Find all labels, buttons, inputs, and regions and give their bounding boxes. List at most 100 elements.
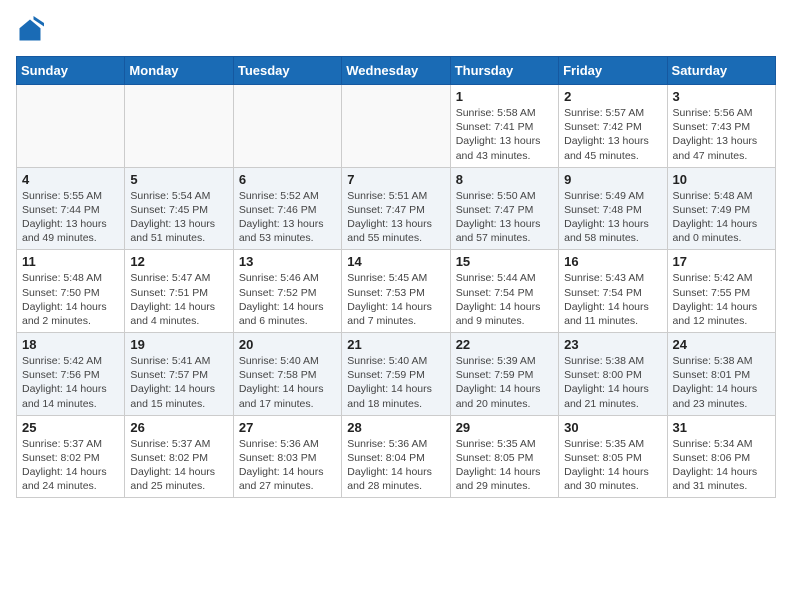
calendar-cell: 17Sunrise: 5:42 AM Sunset: 7:55 PM Dayli…: [667, 250, 775, 333]
column-header-monday: Monday: [125, 57, 233, 85]
column-header-tuesday: Tuesday: [233, 57, 341, 85]
day-detail: Sunrise: 5:42 AM Sunset: 7:56 PM Dayligh…: [22, 354, 119, 411]
calendar-cell: 14Sunrise: 5:45 AM Sunset: 7:53 PM Dayli…: [342, 250, 450, 333]
calendar-cell: 15 Sunrise: 5:44 AM Sunset: 7:54 PM Dayli…: [450, 250, 558, 333]
column-header-saturday: Saturday: [667, 57, 775, 85]
day-number: 5: [130, 172, 227, 187]
calendar-cell: 29 Sunrise: 5:35 AM Sunset: 8:05 PM Dayli…: [450, 415, 558, 498]
calendar-cell: 21Sunrise: 5:40 AM Sunset: 7:59 PM Dayli…: [342, 333, 450, 416]
calendar-cell: [342, 85, 450, 168]
page-header: [16, 16, 776, 44]
day-number: 19: [130, 337, 227, 352]
calendar-cell: [17, 85, 125, 168]
day-number: 1: [456, 89, 553, 104]
calendar-cell: 20Sunrise: 5:40 AM Sunset: 7:58 PM Dayli…: [233, 333, 341, 416]
calendar-week-row: 1Sunrise: 5:58 AM Sunset: 7:41 PM Daylig…: [17, 85, 776, 168]
calendar-cell: 5 Sunrise: 5:54 AM Sunset: 7:45 PM Daylig…: [125, 167, 233, 250]
column-header-thursday: Thursday: [450, 57, 558, 85]
calendar-week-row: 25 Sunrise: 5:37 AM Sunset: 8:02 PM Dayli…: [17, 415, 776, 498]
calendar-cell: 23 Sunrise: 5:38 AM Sunset: 8:00 PM Dayli…: [559, 333, 667, 416]
day-detail: Sunrise: 5:51 AM Sunset: 7:47 PM Dayligh…: [347, 189, 444, 246]
day-detail: Sunrise: 5:37 AM Sunset: 8:02 PM Dayligh…: [22, 437, 119, 494]
day-number: 11: [22, 254, 119, 269]
calendar-cell: 16 Sunrise: 5:43 AM Sunset: 7:54 PM Dayli…: [559, 250, 667, 333]
calendar-cell: 27 Sunrise: 5:36 AM Sunset: 8:03 PM Dayli…: [233, 415, 341, 498]
calendar-cell: 9Sunrise: 5:49 AM Sunset: 7:48 PM Daylig…: [559, 167, 667, 250]
calendar-cell: 11 Sunrise: 5:48 AM Sunset: 7:50 PM Dayli…: [17, 250, 125, 333]
calendar-cell: 22 Sunrise: 5:39 AM Sunset: 7:59 PM Dayli…: [450, 333, 558, 416]
day-number: 12: [130, 254, 227, 269]
day-number: 14: [347, 254, 444, 269]
calendar-week-row: 18 Sunrise: 5:42 AM Sunset: 7:56 PM Dayli…: [17, 333, 776, 416]
logo-icon: [16, 16, 44, 44]
day-detail: Sunrise: 5:56 AM Sunset: 7:43 PM Dayligh…: [673, 106, 770, 163]
calendar-cell: 7 Sunrise: 5:51 AM Sunset: 7:47 PM Daylig…: [342, 167, 450, 250]
day-number: 13: [239, 254, 336, 269]
day-detail: Sunrise: 5:48 AM Sunset: 7:49 PM Dayligh…: [673, 189, 770, 246]
column-header-sunday: Sunday: [17, 57, 125, 85]
calendar-cell: 10Sunrise: 5:48 AM Sunset: 7:49 PM Dayli…: [667, 167, 775, 250]
calendar-cell: 26Sunrise: 5:37 AM Sunset: 8:02 PM Dayli…: [125, 415, 233, 498]
calendar-cell: 8Sunrise: 5:50 AM Sunset: 7:47 PM Daylig…: [450, 167, 558, 250]
day-detail: Sunrise: 5:36 AM Sunset: 8:03 PM Dayligh…: [239, 437, 336, 494]
calendar-header-row: SundayMondayTuesdayWednesdayThursdayFrid…: [17, 57, 776, 85]
calendar-cell: [125, 85, 233, 168]
day-number: 27: [239, 420, 336, 435]
day-detail: Sunrise: 5:47 AM Sunset: 7:51 PM Dayligh…: [130, 271, 227, 328]
day-number: 15: [456, 254, 553, 269]
day-number: 7: [347, 172, 444, 187]
day-detail: Sunrise: 5:36 AM Sunset: 8:04 PM Dayligh…: [347, 437, 444, 494]
day-number: 28: [347, 420, 444, 435]
day-number: 31: [673, 420, 770, 435]
calendar-cell: 28 Sunrise: 5:36 AM Sunset: 8:04 PM Dayli…: [342, 415, 450, 498]
day-number: 20: [239, 337, 336, 352]
day-number: 22: [456, 337, 553, 352]
day-detail: Sunrise: 5:38 AM Sunset: 8:00 PM Dayligh…: [564, 354, 661, 411]
day-number: 23: [564, 337, 661, 352]
calendar-table: SundayMondayTuesdayWednesdayThursdayFrid…: [16, 56, 776, 498]
day-detail: Sunrise: 5:43 AM Sunset: 7:54 PM Dayligh…: [564, 271, 661, 328]
calendar-cell: 2 Sunrise: 5:57 AM Sunset: 7:42 PM Daylig…: [559, 85, 667, 168]
column-header-wednesday: Wednesday: [342, 57, 450, 85]
day-number: 17: [673, 254, 770, 269]
day-number: 4: [22, 172, 119, 187]
calendar-cell: 25 Sunrise: 5:37 AM Sunset: 8:02 PM Dayli…: [17, 415, 125, 498]
calendar-cell: 3 Sunrise: 5:56 AM Sunset: 7:43 PM Daylig…: [667, 85, 775, 168]
calendar-cell: 1Sunrise: 5:58 AM Sunset: 7:41 PM Daylig…: [450, 85, 558, 168]
day-number: 3: [673, 89, 770, 104]
day-number: 18: [22, 337, 119, 352]
day-detail: Sunrise: 5:39 AM Sunset: 7:59 PM Dayligh…: [456, 354, 553, 411]
day-number: 21: [347, 337, 444, 352]
day-detail: Sunrise: 5:54 AM Sunset: 7:45 PM Dayligh…: [130, 189, 227, 246]
day-number: 29: [456, 420, 553, 435]
calendar-cell: 19Sunrise: 5:41 AM Sunset: 7:57 PM Dayli…: [125, 333, 233, 416]
calendar-cell: 24 Sunrise: 5:38 AM Sunset: 8:01 PM Dayli…: [667, 333, 775, 416]
calendar-cell: 13 Sunrise: 5:46 AM Sunset: 7:52 PM Dayli…: [233, 250, 341, 333]
day-number: 24: [673, 337, 770, 352]
day-detail: Sunrise: 5:44 AM Sunset: 7:54 PM Dayligh…: [456, 271, 553, 328]
day-detail: Sunrise: 5:34 AM Sunset: 8:06 PM Dayligh…: [673, 437, 770, 494]
day-number: 9: [564, 172, 661, 187]
day-number: 16: [564, 254, 661, 269]
calendar-cell: 4 Sunrise: 5:55 AM Sunset: 7:44 PM Daylig…: [17, 167, 125, 250]
calendar-cell: 18 Sunrise: 5:42 AM Sunset: 7:56 PM Dayli…: [17, 333, 125, 416]
day-detail: Sunrise: 5:38 AM Sunset: 8:01 PM Dayligh…: [673, 354, 770, 411]
day-number: 30: [564, 420, 661, 435]
calendar-cell: 30Sunrise: 5:35 AM Sunset: 8:05 PM Dayli…: [559, 415, 667, 498]
column-header-friday: Friday: [559, 57, 667, 85]
day-number: 2: [564, 89, 661, 104]
day-number: 25: [22, 420, 119, 435]
day-detail: Sunrise: 5:57 AM Sunset: 7:42 PM Dayligh…: [564, 106, 661, 163]
day-detail: Sunrise: 5:46 AM Sunset: 7:52 PM Dayligh…: [239, 271, 336, 328]
day-detail: Sunrise: 5:50 AM Sunset: 7:47 PM Dayligh…: [456, 189, 553, 246]
day-number: 6: [239, 172, 336, 187]
day-detail: Sunrise: 5:55 AM Sunset: 7:44 PM Dayligh…: [22, 189, 119, 246]
calendar-cell: 12 Sunrise: 5:47 AM Sunset: 7:51 PM Dayli…: [125, 250, 233, 333]
calendar-week-row: 4 Sunrise: 5:55 AM Sunset: 7:44 PM Daylig…: [17, 167, 776, 250]
day-detail: Sunrise: 5:37 AM Sunset: 8:02 PM Dayligh…: [130, 437, 227, 494]
logo: [16, 16, 48, 44]
day-detail: Sunrise: 5:35 AM Sunset: 8:05 PM Dayligh…: [456, 437, 553, 494]
calendar-week-row: 11 Sunrise: 5:48 AM Sunset: 7:50 PM Dayli…: [17, 250, 776, 333]
day-detail: Sunrise: 5:48 AM Sunset: 7:50 PM Dayligh…: [22, 271, 119, 328]
calendar-cell: 31 Sunrise: 5:34 AM Sunset: 8:06 PM Dayli…: [667, 415, 775, 498]
